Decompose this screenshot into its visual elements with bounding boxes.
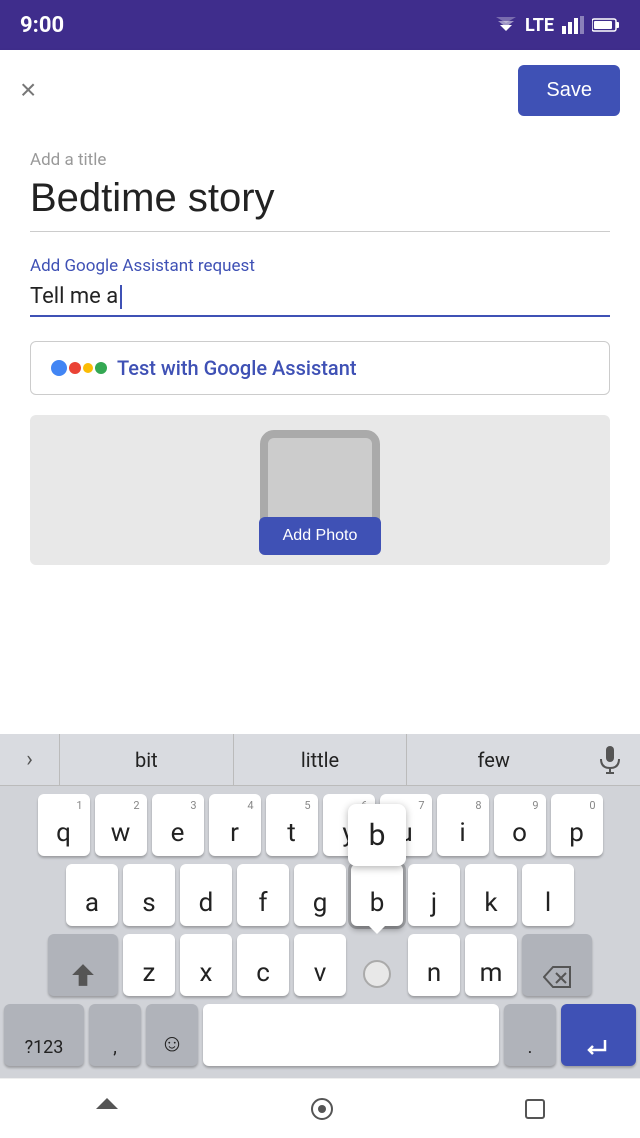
expand-suggestions-button[interactable]: ›: [0, 734, 60, 786]
key-x[interactable]: x: [180, 934, 232, 996]
nav-bar: [0, 1078, 640, 1138]
mic-icon: [599, 746, 621, 774]
close-button[interactable]: ×: [20, 74, 36, 106]
suggestion-bit[interactable]: bit: [60, 734, 234, 786]
expand-icon: ›: [26, 747, 33, 772]
dot-green: [95, 362, 107, 374]
enter-icon: [585, 1036, 613, 1058]
key-row-1: 1q 2w 3e 4r 5t 6y 7u 8i 9o 0p: [4, 794, 636, 856]
key-rows: 1q 2w 3e 4r 5t 6y 7u 8i 9o 0p a s d f g …: [0, 786, 640, 1078]
shift-key[interactable]: [48, 934, 118, 996]
home-nav-button[interactable]: [309, 1096, 335, 1122]
signal-icon: [562, 16, 584, 34]
key-z[interactable]: z: [123, 934, 175, 996]
request-label: Add Google Assistant request: [30, 256, 610, 276]
suggestion-few[interactable]: few: [407, 734, 580, 786]
space-key[interactable]: [203, 1004, 499, 1066]
request-input[interactable]: Tell me a: [30, 284, 610, 309]
recents-icon: [524, 1098, 546, 1120]
keyboard: › bit little few 1q 2w 3e 4r 5t 6y 7u 8: [0, 734, 640, 1078]
suggestions-bar: › bit little few: [0, 734, 640, 786]
backspace-key[interactable]: [522, 934, 592, 996]
key-q[interactable]: 1q: [38, 794, 90, 856]
backspace-icon: [543, 966, 571, 988]
key-p[interactable]: 0p: [551, 794, 603, 856]
key-t[interactable]: 5t: [266, 794, 318, 856]
key-m[interactable]: m: [465, 934, 517, 996]
status-time: 9:00: [20, 13, 64, 38]
google-assistant-logo: [51, 360, 107, 376]
suggestion-little[interactable]: little: [234, 734, 408, 786]
key-r[interactable]: 4r: [209, 794, 261, 856]
key-f[interactable]: f: [237, 864, 289, 926]
back-nav-button[interactable]: [94, 1096, 120, 1122]
cursor-space: [351, 934, 403, 996]
test-with-google-assistant-button[interactable]: Test with Google Assistant: [30, 341, 610, 395]
lte-label: LTE: [525, 15, 554, 36]
save-button[interactable]: Save: [518, 65, 620, 116]
key-row-bottom: ?123 , ☺ .: [4, 1004, 636, 1066]
image-placeholder-area: Add Photo: [30, 415, 610, 565]
title-input[interactable]: [30, 176, 610, 232]
title-label: Add a title: [30, 150, 610, 170]
key-l[interactable]: l: [522, 864, 574, 926]
status-icons: LTE: [495, 15, 620, 36]
key-k[interactable]: k: [465, 864, 517, 926]
key-o[interactable]: 9o: [494, 794, 546, 856]
key-e[interactable]: 3e: [152, 794, 204, 856]
key-s[interactable]: s: [123, 864, 175, 926]
enter-key[interactable]: [561, 1004, 636, 1066]
add-photo-button[interactable]: Add Photo: [259, 517, 382, 555]
request-text: Tell me a: [30, 284, 118, 309]
key-v[interactable]: v: [294, 934, 346, 996]
key-b[interactable]: b b: [351, 864, 403, 926]
wifi-icon: [495, 17, 517, 33]
request-input-wrapper: Tell me a: [30, 284, 610, 317]
status-bar: 9:00 LTE: [0, 0, 640, 50]
key-row-2: a s d f g b b j k l: [4, 864, 636, 926]
key-j[interactable]: j: [408, 864, 460, 926]
text-cursor: [120, 285, 122, 309]
key-c[interactable]: c: [237, 934, 289, 996]
key-w[interactable]: 2w: [95, 794, 147, 856]
recents-nav-button[interactable]: [524, 1098, 546, 1120]
key-a[interactable]: a: [66, 864, 118, 926]
key-d[interactable]: d: [180, 864, 232, 926]
emoji-key[interactable]: ☺: [146, 1004, 198, 1066]
key-n[interactable]: n: [408, 934, 460, 996]
dot-red: [69, 362, 81, 374]
dot-blue: [51, 360, 67, 376]
key-b-popup: b: [348, 804, 406, 866]
suggestion-items: bit little few: [60, 734, 580, 786]
period-key[interactable]: .: [504, 1004, 556, 1066]
shift-icon: [70, 962, 96, 988]
key-g[interactable]: g: [294, 864, 346, 926]
comma-key[interactable]: ,: [89, 1004, 141, 1066]
num-key[interactable]: ?123: [4, 1004, 84, 1066]
key-i[interactable]: 8i: [437, 794, 489, 856]
key-row-3: z x c v n m: [4, 934, 636, 996]
home-icon: [309, 1096, 335, 1122]
mic-button[interactable]: [580, 734, 640, 786]
test-button-label: Test with Google Assistant: [117, 356, 357, 380]
back-icon: [94, 1096, 120, 1122]
battery-icon: [592, 17, 620, 33]
dot-yellow: [83, 363, 93, 373]
content-area: Add a title Add Google Assistant request…: [0, 130, 640, 585]
top-bar: × Save: [0, 50, 640, 130]
